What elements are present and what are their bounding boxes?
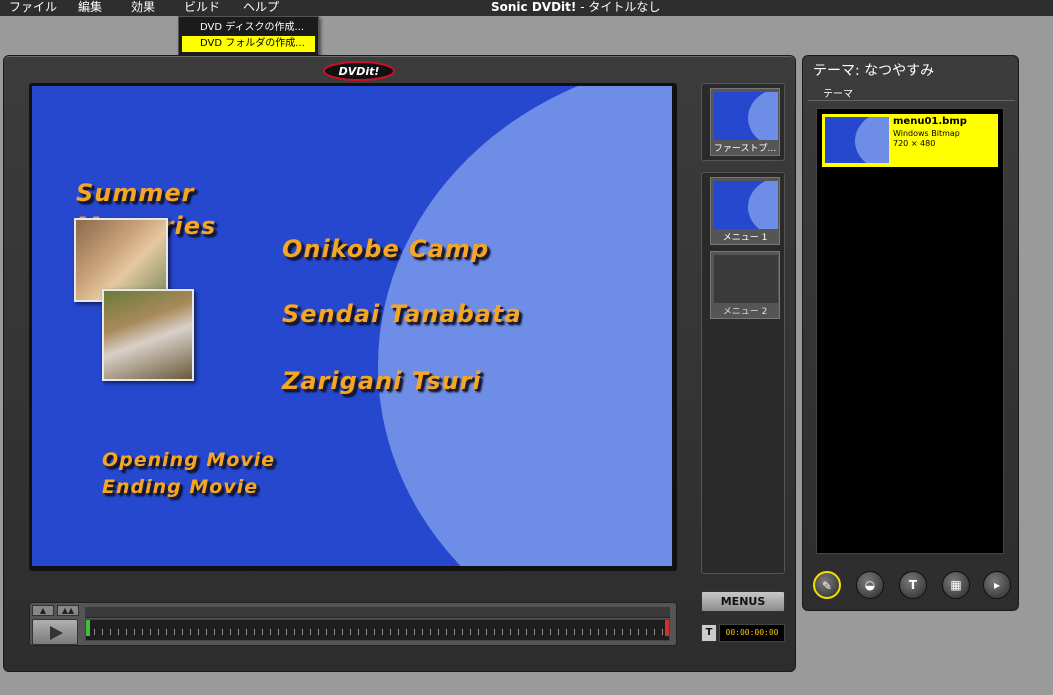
menu1-thumbnail[interactable]: メニュー 1 bbox=[710, 177, 780, 245]
menu-editor-panel: DVDit! Summer Memories Onikobe Camp Send… bbox=[3, 55, 796, 672]
menu-build[interactable]: ビルド bbox=[184, 0, 220, 15]
menu1-label: メニュー 1 bbox=[722, 233, 768, 243]
menu-button-opening-movie[interactable]: Opening Movie bbox=[102, 449, 275, 471]
menu-help[interactable]: ヘルプ bbox=[243, 0, 279, 15]
menu-preview-frame: Summer Memories Onikobe Camp Sendai Tana… bbox=[29, 83, 677, 571]
theme-item-thumbnail bbox=[825, 117, 889, 163]
timecode-display: 00:00:00:00 bbox=[719, 624, 785, 642]
tab-theme[interactable]: テーマ bbox=[823, 85, 853, 100]
menubar: ファイル 編集 効果 ビルド ヘルプ Sonic DVDit! - タイトルなし bbox=[0, 0, 1053, 16]
first-play-slot: ファーストプ... bbox=[701, 83, 785, 161]
menu2-preview bbox=[714, 255, 778, 303]
play-button[interactable] bbox=[32, 619, 78, 645]
menu-button-sendai-tanabata[interactable]: Sendai Tanabata bbox=[282, 300, 522, 328]
timeline-ruler[interactable] bbox=[85, 607, 670, 618]
theme-tabbar: テーマ bbox=[808, 84, 1015, 101]
menu-file[interactable]: ファイル bbox=[9, 0, 57, 15]
photo-child-red-cap[interactable] bbox=[102, 289, 194, 381]
next-icon[interactable]: ▸ bbox=[983, 571, 1011, 599]
theme-item-type: Windows Bitmap bbox=[893, 129, 960, 138]
first-play-thumbnail[interactable]: ファーストプ... bbox=[710, 88, 780, 156]
theme-panel-title: テーマ: なつやすみ bbox=[813, 63, 935, 79]
end-marker[interactable] bbox=[665, 620, 669, 636]
menu2-thumbnail[interactable]: メニュー 2 bbox=[710, 251, 780, 319]
build-menu-dropdown: DVD ディスクの作成... DVD フォルダの作成... bbox=[178, 16, 319, 56]
timeline-track[interactable] bbox=[85, 619, 670, 641]
menu2-label: メニュー 2 bbox=[722, 307, 768, 317]
step-button-1[interactable]: ▲ bbox=[32, 605, 54, 616]
create-dvd-disc-item[interactable]: DVD ディスクの作成... bbox=[182, 20, 315, 36]
menus-list: メニュー 1 メニュー 2 bbox=[701, 172, 785, 574]
theme-panel: テーマ: なつやすみ テーマ menu01.bmp Windows Bitmap… bbox=[802, 55, 1019, 611]
window-title: Sonic DVDit! - タイトルなし bbox=[491, 0, 660, 15]
menu1-preview bbox=[714, 181, 778, 229]
first-play-label: ファーストプ... bbox=[713, 144, 777, 154]
menu-button-onikobe-camp[interactable]: Onikobe Camp bbox=[282, 235, 489, 263]
timeline: ▲ ▲▲ bbox=[29, 602, 677, 646]
theme-item-dimensions: 720 × 480 bbox=[893, 139, 936, 148]
create-dvd-folder-item[interactable]: DVD フォルダの作成... bbox=[182, 36, 315, 52]
play-icon bbox=[50, 626, 63, 640]
menu-preview[interactable]: Summer Memories Onikobe Camp Sendai Tana… bbox=[32, 86, 672, 566]
media-icon[interactable]: ▦ bbox=[942, 571, 970, 599]
app-name: Sonic DVDit! bbox=[491, 0, 577, 14]
theme-list[interactable]: menu01.bmp Windows Bitmap 720 × 480 bbox=[816, 108, 1004, 554]
menu-button-zarigani-tsuri[interactable]: Zarigani Tsuri bbox=[282, 367, 482, 395]
menu-effects[interactable]: 効果 bbox=[131, 0, 155, 15]
theme-list-item[interactable]: menu01.bmp Windows Bitmap 720 × 480 bbox=[822, 114, 998, 167]
step-button-2[interactable]: ▲▲ bbox=[57, 605, 79, 616]
text-icon[interactable]: T bbox=[899, 571, 927, 599]
svg-text:DVDit!: DVDit! bbox=[339, 65, 380, 78]
buttons-icon[interactable]: ◒ bbox=[856, 571, 884, 599]
start-marker[interactable] bbox=[86, 620, 90, 636]
first-play-preview bbox=[714, 92, 778, 140]
menus-button[interactable]: MENUS bbox=[701, 591, 785, 612]
menu-title-line1[interactable]: Summer bbox=[76, 179, 195, 207]
text-toggle-button[interactable]: T bbox=[701, 624, 717, 642]
menu-button-ending-movie[interactable]: Ending Movie bbox=[102, 476, 258, 498]
dvdit-logo: DVDit! bbox=[323, 61, 395, 81]
menu-edit[interactable]: 編集 bbox=[78, 0, 102, 15]
theme-item-name: menu01.bmp bbox=[893, 116, 967, 127]
timeline-ticks bbox=[86, 629, 669, 635]
backgrounds-icon[interactable]: ✎ bbox=[813, 571, 841, 599]
document-name: - タイトルなし bbox=[576, 0, 661, 14]
